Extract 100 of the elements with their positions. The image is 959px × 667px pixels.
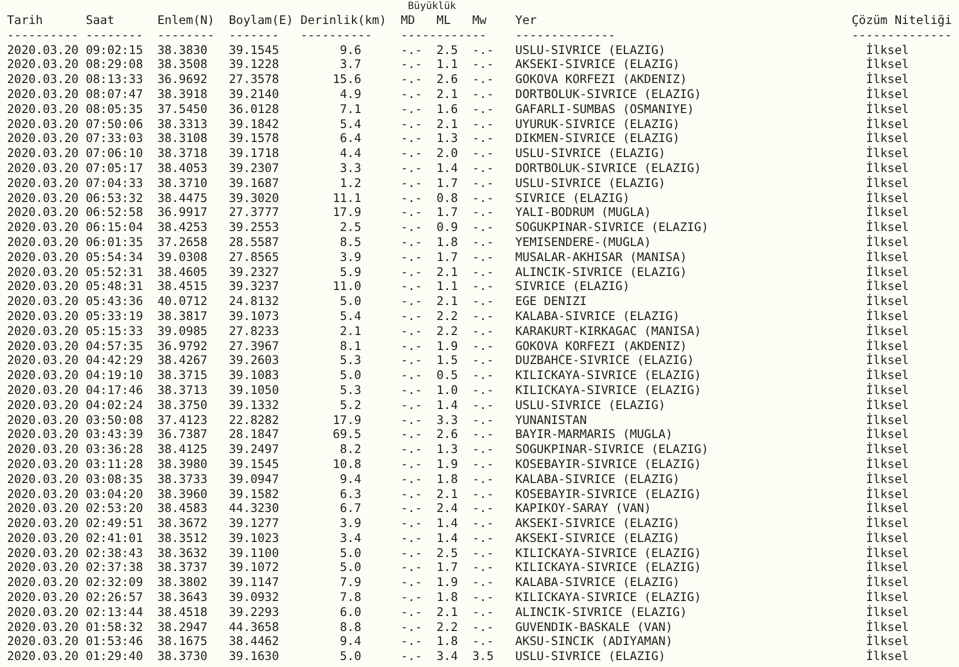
table-cell-text: KALABA-SIVRICE (ELAZIG) [515,308,681,324]
table-cell-text: -.- [400,205,424,220]
table-cell-text: 2020.03.20 [7,338,80,354]
table-cell-text: 0.9 [436,220,459,235]
table-cell-text: 08:13:33 [86,72,144,87]
table-cell-text: 2020.03.20 [7,649,80,664]
table-cell-text: 38.3313 [157,116,208,132]
table-cell-text: 02:13:44 [86,604,144,620]
table-cell-text: -.- [472,324,495,339]
table-cell-text: 2020.03.20 [7,620,80,634]
table-cell-text: 03:36:28 [86,442,144,457]
table-cell-text: 3.3 [338,160,362,176]
table-cell-text: -.- [472,353,495,368]
table-cell-text: -.- [472,382,495,398]
table-cell-text: 2020.03.20 [7,560,80,576]
table-cell-text: 02:32:09 [86,575,144,590]
table-cell-text: -.- [400,234,424,250]
table-cell-text: -.- [472,42,495,58]
table-cell-text: -.- [400,116,424,132]
table-cell-text: 9.4 [338,634,362,650]
table-cell-text: 04:57:35 [86,338,144,354]
table-cell-text: 04:42:29 [86,353,144,368]
table-cell-text: 04:02:24 [86,398,144,413]
table-cell-text: -.- [400,590,424,605]
table-cell-text: 37.5450 [157,102,208,117]
table-cell-text: -.- [400,486,424,502]
table-cell-text: 2020.03.20 [7,102,80,117]
column-header: Saat [86,13,116,28]
table-cell-text: 01:58:32 [86,620,144,634]
table-cell-text: 44.3230 [228,501,280,516]
table-cell-text: KILICKAYA-SIVRICE (ELAZIG) [515,368,702,383]
table-cell-text: 02:53:20 [86,501,144,516]
table-cell-text: İlksel [864,205,910,220]
dashed-rule: -------- [157,28,216,43]
table-cell-text: 38.3750 [157,398,208,413]
table-cell-text: DORTBOLUK-SIVRICE (ELAZIG) [515,86,702,102]
column-header: Derinlik(km) [300,13,388,28]
table-cell-text: 27.8565 [228,250,280,265]
table-cell-text: -.- [472,427,495,442]
table-cell-text: 39.0947 [228,472,280,486]
table-cell-text: 2020.03.20 [7,382,80,398]
table-cell-text: 38.4462 [228,634,280,650]
table-cell-text: 38.3918 [157,86,208,102]
table-cell-text: 39.2140 [228,86,280,102]
table-cell-text: 39.0308 [157,250,208,265]
table-cell-text: -.- [400,382,424,398]
table-cell-text: KALABA-SIVRICE (ELAZIG) [515,575,681,590]
table-cell-text: 2.0 [436,146,459,161]
table-cell-text: -.- [400,176,424,191]
table-cell-text: -.- [400,264,424,280]
table-cell-text: 11.1 [332,190,362,206]
table-cell-text: -.- [472,472,495,486]
table-cell-text: 2020.03.20 [7,190,80,206]
table-cell-text: -.- [400,412,424,428]
table-cell-text: 1.4 [436,398,459,413]
table-cell-text: 3.7 [338,57,362,72]
table-cell-text: 2020.03.20 [7,590,80,605]
table-cell-text: 22.8282 [228,412,280,428]
table-cell-text: İlksel [864,308,910,324]
table-cell-text: 07:33:03 [86,131,144,146]
table-cell-text: 05:54:34 [86,250,144,265]
table-cell-text: 7.8 [338,590,362,605]
table-cell-text: AKSEKI-SIVRICE (ELAZIG) [515,516,681,531]
table-cell-text: USLU-SIVRICE (ELAZIG) [515,398,667,413]
table-cell-text: 07:05:17 [86,160,144,176]
table-cell-text: EGE DENIZI [515,294,588,309]
table-cell-text: İlksel [864,398,910,413]
table-cell-text: İlksel [864,456,910,472]
table-cell-text: 06:01:35 [86,234,144,250]
table-cell-text: YEMISENDERE-(MUGLA) [515,234,652,250]
table-cell-text: 28.5587 [228,234,280,250]
table-cell-text: 2020.03.20 [7,456,80,472]
table-cell-text: 39.2293 [228,604,280,620]
table-cell-text: 3.5 [472,649,495,664]
column-header: Tarih [7,13,44,28]
table-cell-text: 1.8 [436,634,459,650]
table-cell-text: -.- [472,456,495,472]
table-cell-text: 39.3237 [228,279,280,294]
table-cell-text: 38.2947 [157,620,208,634]
table-cell-text: İlksel [864,160,910,176]
table-cell-text: 17.9 [332,412,362,428]
table-cell-text: 1.7 [436,250,459,265]
table-cell-text: 39.2603 [228,353,280,368]
table-cell-text: İlksel [864,604,910,620]
table-cell-text: YUNANISTAN [515,412,588,428]
table-cell-text: 2020.03.20 [7,294,80,309]
table-cell-text: 1.4 [436,516,459,531]
table-cell-text: 38.3715 [157,368,208,383]
table-cell-text: DUZBAHCE-SIVRICE (ELAZIG) [515,353,696,368]
table-cell-text: 38.3733 [157,472,208,486]
table-cell-text: SIVRICE (ELAZIG) [515,279,631,294]
table-cell-text: 03:50:08 [86,412,144,428]
table-cell-text: İlksel [864,412,910,427]
table-cell-text: -.- [400,634,424,650]
table-cell-text: 9.4 [338,472,362,486]
table-cell-text: 36.9692 [157,72,208,87]
table-cell-text: 04:19:10 [86,368,144,383]
table-cell-text: 2020.03.20 [7,279,80,294]
table-cell-text: 38.3632 [157,546,208,560]
table-cell-text: 38.4515 [157,279,208,294]
